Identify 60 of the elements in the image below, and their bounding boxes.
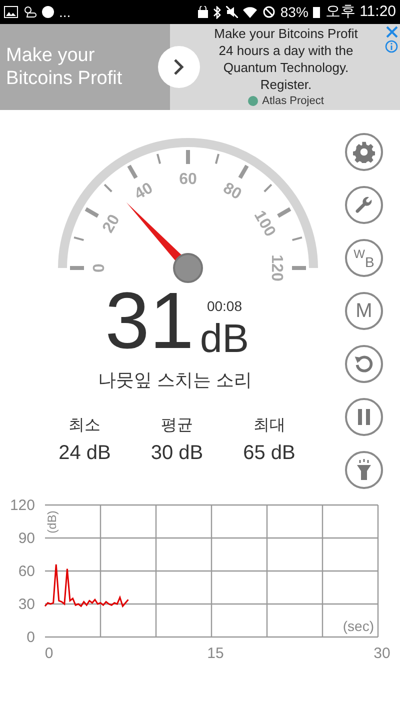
reset-button[interactable] xyxy=(345,345,383,383)
ad-banner[interactable]: Make your Bitcoins Profit Make your Bitcoins Profit 24 hours a day with the Quantum Technology. Register. Atlas Project xyxy=(0,24,400,110)
mute-icon xyxy=(226,6,238,18)
stat-label: 평균 xyxy=(160,416,193,436)
y-tick-label: 120 xyxy=(10,497,35,514)
settings-icon xyxy=(353,141,375,163)
y-tick-label: 0 xyxy=(26,629,35,646)
ad-headline: Make your Bitcoins Profit xyxy=(6,44,124,90)
wifi-icon xyxy=(243,6,258,18)
needle-hub xyxy=(173,253,203,283)
y-tick-label: 30 xyxy=(18,596,35,613)
gauge-label: 20 xyxy=(100,212,124,236)
notification-overflow: ... xyxy=(59,2,71,22)
stat-value: 30 dB xyxy=(150,441,204,466)
sound-level-unit: dB xyxy=(200,317,249,361)
gauge-label: 80 xyxy=(220,180,244,204)
y-tick-label: 90 xyxy=(18,530,35,547)
ad-body: Make your Bitcoins Profit 24 hours a day with the Quantum Technology. Register. xyxy=(213,24,359,93)
blocked-icon xyxy=(263,6,276,18)
advertiser-name: Atlas Project xyxy=(262,94,324,109)
battery-icon xyxy=(313,6,320,18)
chevron-right-icon xyxy=(173,58,185,76)
pause-icon xyxy=(356,408,372,426)
stat-label: 최소 xyxy=(68,416,101,436)
noise-description: 나뭇잎 스치는 소리 xyxy=(98,369,252,392)
battery-percent: 83% xyxy=(280,2,308,22)
flashlight-button[interactable] xyxy=(345,451,383,489)
y-axis-label: (dB) xyxy=(45,510,59,534)
gauge-label: 0 xyxy=(91,264,108,272)
x-axis-label: (sec) xyxy=(342,618,374,634)
settings-button[interactable] xyxy=(345,133,383,171)
stat-label: 최대 xyxy=(253,416,286,436)
gauge-label: 100 xyxy=(250,208,278,240)
reset-icon xyxy=(353,353,375,375)
ad-arrow-button[interactable] xyxy=(158,46,200,88)
info-icon[interactable] xyxy=(385,40,398,53)
pause-button[interactable] xyxy=(345,398,383,436)
close-icon[interactable] xyxy=(386,26,398,38)
x-tick-label: 0 xyxy=(44,645,54,662)
gauge-label: 60 xyxy=(179,171,197,188)
wrench-button[interactable] xyxy=(345,186,383,224)
advertiser-logo-icon xyxy=(248,96,258,106)
x-tick-label: 30 xyxy=(374,645,390,662)
wrench-icon xyxy=(354,195,374,215)
sound-level-value: 31 xyxy=(105,281,194,361)
gauge-label: 120 xyxy=(268,254,285,282)
elapsed-time: 00:08 xyxy=(206,297,242,316)
bluetooth-icon xyxy=(213,6,222,18)
lock-icon xyxy=(198,6,208,18)
flashlight-icon xyxy=(356,459,372,481)
weather-icon xyxy=(23,5,37,19)
gauge-label: 40 xyxy=(132,180,156,204)
mode-button[interactable]: M xyxy=(345,292,383,330)
face-icon xyxy=(42,6,54,18)
stat-value: 65 dB xyxy=(243,441,296,466)
image-icon xyxy=(4,6,18,18)
y-tick-label: 60 xyxy=(18,563,35,580)
x-tick-label: 15 xyxy=(207,645,224,662)
clock: 오후 11:20 xyxy=(325,2,396,22)
stat-value: 24 dB xyxy=(58,441,111,466)
